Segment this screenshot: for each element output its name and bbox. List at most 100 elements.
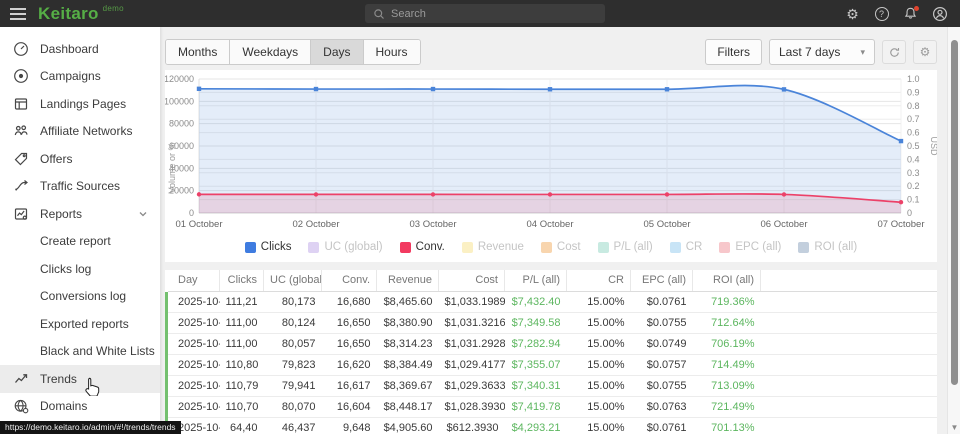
legend-label: P/L (all) (614, 241, 653, 253)
column-header-day[interactable]: Day (167, 270, 220, 291)
svg-text:03 October: 03 October (410, 219, 457, 230)
legend-label: Conv. (416, 241, 445, 253)
svg-text:0.9: 0.9 (907, 87, 920, 97)
user-avatar-icon[interactable] (931, 5, 948, 22)
svg-text:0.1: 0.1 (907, 195, 920, 205)
legend-item-cost[interactable]: Cost (541, 241, 581, 253)
refresh-button[interactable] (882, 40, 906, 64)
trends-chart: 02000040000600008000010000012000000.10.2… (165, 73, 937, 231)
tab-weekdays[interactable]: Weekdays (230, 40, 311, 64)
svg-text:0.8: 0.8 (907, 101, 920, 111)
sidebar-item-offers[interactable]: Offers (0, 145, 160, 173)
svg-text:0: 0 (189, 208, 194, 218)
svg-text:80000: 80000 (169, 119, 194, 129)
tab-hours[interactable]: Hours (364, 40, 420, 64)
legend-item-revenue[interactable]: Revenue (462, 241, 524, 253)
cell: 110,79 (220, 375, 264, 396)
legend-swatch (541, 242, 552, 253)
sidebar-item-create-report[interactable]: Create report (0, 228, 160, 256)
help-icon[interactable]: ? (873, 5, 890, 22)
page-scrollbar[interactable]: ▼ (947, 27, 960, 434)
legend-item-conv[interactable]: Conv. (400, 241, 445, 253)
legend-swatch (462, 242, 473, 253)
cell: $8,314.23 (377, 333, 439, 354)
svg-text:02 October: 02 October (293, 219, 340, 230)
cell: 79,823 (264, 354, 322, 375)
cell: $612.3930 (439, 417, 505, 434)
legend-item-epc-all[interactable]: EPC (all) (719, 241, 781, 253)
settings-gear-icon[interactable]: ⚙ (844, 5, 861, 22)
sidebar-item-exported-reports[interactable]: Exported reports (0, 310, 160, 338)
cell: $0.0755 (631, 375, 693, 396)
cell: $7,349.58 (505, 312, 567, 333)
legend-item-cr[interactable]: CR (670, 241, 703, 253)
cell: 713.09% (693, 375, 761, 396)
chart-legend: Clicks UC (global) Conv. Revenue Cost P/L (al… (165, 236, 937, 262)
sidebar-item-reports[interactable]: Reports (0, 200, 160, 228)
legend-item-roi-all[interactable]: ROI (all) (798, 241, 857, 253)
cell: 46,437 (264, 417, 322, 434)
table-row: 2025-10-01111,2180,17316,680$8,465.60$1,… (167, 291, 938, 312)
tab-days[interactable]: Days (311, 40, 363, 64)
sidebar-item-affiliate-networks[interactable]: Affiliate Networks (0, 118, 160, 146)
legend-swatch (598, 242, 609, 253)
notifications-bell-icon[interactable] (902, 5, 919, 22)
cell: $1,031.3216 (439, 312, 505, 333)
scrollbar-down-arrow[interactable]: ▼ (948, 423, 960, 432)
sidebar-item-label: Conversions log (40, 289, 126, 303)
cell: 16,680 (322, 291, 377, 312)
sidebar-item-traffic-sources[interactable]: Traffic Sources (0, 173, 160, 201)
legend-item-clicks[interactable]: Clicks (245, 241, 292, 253)
legend-item-uc-global[interactable]: UC (global) (308, 241, 382, 253)
sidebar-item-conversions-log[interactable]: Conversions log (0, 283, 160, 311)
main-content: MonthsWeekdaysDaysHours Filters Last 7 d… (160, 27, 946, 434)
cell: 15.00% (567, 417, 631, 434)
trends-icon (13, 371, 29, 387)
sidebar-item-black-and-white-lists[interactable]: Black and White Lists (0, 338, 160, 366)
legend-item-p-l-all[interactable]: P/L (all) (598, 241, 653, 253)
tab-months[interactable]: Months (166, 40, 230, 64)
cell: $0.0761 (631, 291, 693, 312)
menu-toggle-icon[interactable] (0, 5, 34, 23)
legend-label: ROI (all) (814, 241, 857, 253)
sidebar-item-campaigns[interactable]: Campaigns (0, 63, 160, 91)
column-header-p-l-all[interactable]: P/L (all) (505, 270, 567, 291)
cell: $1,033.1989 (439, 291, 505, 312)
legend-swatch (719, 242, 730, 253)
column-header-revenue[interactable]: Revenue (377, 270, 439, 291)
column-header-epc-all[interactable]: EPC (all) (631, 270, 693, 291)
cell: 110,80 (220, 354, 264, 375)
cell (761, 354, 938, 375)
column-header-cost[interactable]: Cost (439, 270, 505, 291)
sidebar-item-label: Dashboard (40, 42, 99, 56)
column-header-cr[interactable]: CR (567, 270, 631, 291)
offers-icon (13, 151, 29, 167)
cell: 706.19% (693, 333, 761, 354)
column-header-uc-global[interactable]: UC (global) (264, 270, 322, 291)
svg-text:USD: USD (929, 136, 937, 156)
sidebar-item-trends[interactable]: Trends (0, 365, 160, 393)
app-logo[interactable]: Keitarodemo (38, 4, 124, 24)
cell: 15.00% (567, 312, 631, 333)
legend-label: UC (global) (324, 241, 382, 253)
search-input[interactable] (391, 8, 597, 20)
domains-icon (13, 398, 29, 414)
filters-button[interactable]: Filters (705, 39, 762, 65)
chevron-down-icon (138, 209, 148, 219)
sidebar-item-dashboard[interactable]: Dashboard (0, 35, 160, 63)
global-search[interactable] (365, 4, 605, 23)
trends-toolbar: MonthsWeekdaysDaysHours Filters Last 7 d… (165, 39, 937, 65)
chart-settings-button[interactable]: ⚙ (913, 40, 937, 64)
sidebar-item-domains[interactable]: Domains (0, 393, 160, 421)
column-header-roi-all[interactable]: ROI (all) (693, 270, 761, 291)
cell: 712.64% (693, 312, 761, 333)
date-range-value: Last 7 days (779, 45, 840, 59)
scrollbar-thumb[interactable] (951, 40, 958, 385)
date-range-select[interactable]: Last 7 days ▾ (769, 39, 875, 65)
sidebar-item-label: Clicks log (40, 262, 91, 276)
column-header-conv[interactable]: Conv. (322, 270, 377, 291)
sidebar-item-landings-pages[interactable]: Landings Pages (0, 90, 160, 118)
cell: $7,355.07 (505, 354, 567, 375)
column-header-clicks[interactable]: Clicks (220, 270, 264, 291)
sidebar-item-clicks-log[interactable]: Clicks log (0, 255, 160, 283)
